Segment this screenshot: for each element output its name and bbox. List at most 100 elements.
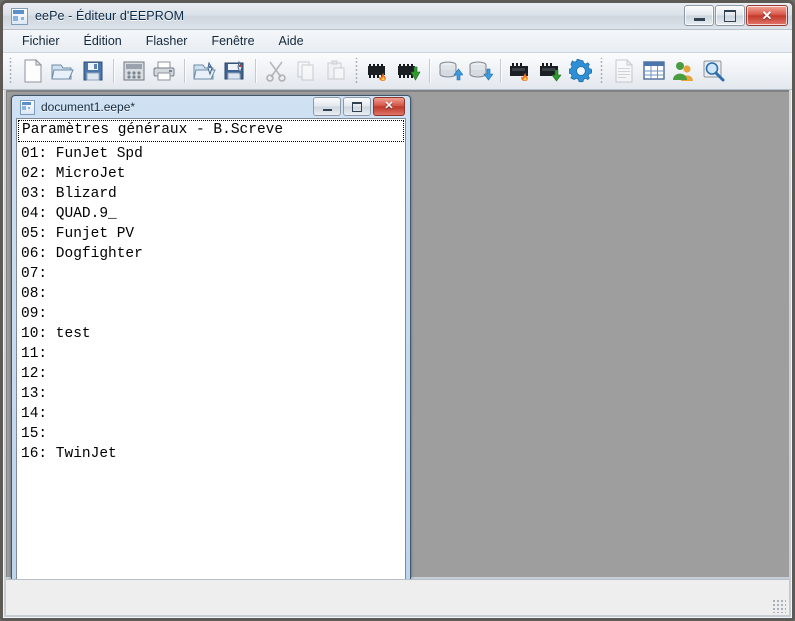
cut-button[interactable] [261, 56, 291, 86]
toolbar-separator [113, 59, 114, 83]
paste-button[interactable] [321, 56, 351, 86]
toolbar-gripper[interactable] [8, 58, 15, 84]
preferences-button[interactable] [566, 56, 596, 86]
search-button[interactable] [699, 56, 729, 86]
list-item[interactable]: 15: [21, 424, 405, 444]
close-icon: ✕ [384, 100, 394, 112]
contacts-users-icon [673, 62, 693, 81]
paste-clipboard-icon [327, 60, 345, 80]
mdi-maximize-button[interactable] [343, 97, 371, 116]
memory-download-button[interactable] [465, 56, 495, 86]
chip-burn-flame-icon [368, 64, 386, 81]
mdi-title: document1.eepe* [41, 100, 136, 114]
list-item[interactable]: 05: Funjet PV [21, 224, 405, 244]
memory-download-icon [469, 61, 493, 81]
contacts-button[interactable] [669, 56, 699, 86]
mdi-client-area: document1.eepe* ✕ Paramètres généraux - … [6, 90, 789, 585]
toolbar-separator [500, 59, 501, 83]
minimize-button[interactable] [684, 5, 714, 26]
menu-flasher[interactable]: Flasher [135, 32, 199, 50]
flash-burn-flame-icon [510, 63, 528, 81]
save-button[interactable] [78, 56, 108, 86]
memory-upload-button[interactable] [435, 56, 465, 86]
preferences-gear-icon [569, 59, 593, 83]
close-button[interactable]: ✕ [746, 5, 788, 26]
maximize-icon [724, 9, 736, 22]
open-model-rocket-icon [193, 61, 216, 80]
search-magnifier-icon [703, 60, 725, 82]
list-item[interactable]: 11: [21, 344, 405, 364]
list-item[interactable]: 03: Blizard [21, 184, 405, 204]
list-header-row[interactable]: Paramètres généraux - B.Screve [18, 120, 404, 142]
print-button[interactable] [149, 56, 179, 86]
mdi-close-button[interactable]: ✕ [373, 97, 405, 116]
spreadsheet-grid-icon [643, 61, 665, 80]
document-icon [20, 99, 35, 115]
simulator-keypad-icon [123, 61, 145, 81]
menu-fenetre[interactable]: Fenêtre [200, 32, 265, 50]
open-folder-icon [51, 64, 74, 80]
toolbar-gripper[interactable] [354, 58, 361, 84]
write-eeprom-button[interactable] [364, 56, 394, 86]
resize-grip[interactable] [772, 599, 786, 613]
list-item[interactable]: 09: [21, 304, 405, 324]
save-model-button[interactable] [220, 56, 250, 86]
application-icon [11, 7, 28, 25]
flash-download-icon [540, 63, 562, 82]
mdi-titlebar[interactable]: document1.eepe* ✕ [16, 96, 406, 118]
save-model-rocket-icon [224, 60, 244, 80]
maximize-button[interactable] [715, 5, 745, 26]
minimize-icon [693, 17, 705, 21]
chip-read-arrow-icon [398, 64, 421, 81]
list-item[interactable]: 13: [21, 384, 405, 404]
new-document-button[interactable] [18, 56, 48, 86]
open-folder-button[interactable] [48, 56, 78, 86]
read-eeprom-button[interactable] [394, 56, 424, 86]
mdi-minimize-button[interactable] [313, 97, 341, 116]
print-icon [153, 61, 175, 81]
main-window: eePe - Éditeur d'EEPROM ✕ Fichier Éditio… [0, 0, 795, 621]
menu-edition[interactable]: Édition [73, 32, 133, 50]
model-list-panel: Paramètres généraux - B.Screve 01: FunJe… [16, 118, 406, 580]
menubar: Fichier Édition Flasher Fenêtre Aide [3, 30, 792, 53]
copy-button[interactable] [291, 56, 321, 86]
statusbar [6, 579, 789, 615]
cut-scissors-icon [266, 61, 286, 82]
menu-fichier[interactable]: Fichier [11, 32, 71, 50]
list-item[interactable]: 07: [21, 264, 405, 284]
toolbar-separator [255, 59, 256, 83]
copy-pages-icon [297, 61, 314, 81]
table-button[interactable] [639, 56, 669, 86]
list-item[interactable]: 01: FunJet Spd [21, 144, 405, 164]
notes-button[interactable] [609, 56, 639, 86]
list-item[interactable]: 06: Dogfighter [21, 244, 405, 264]
window-titlebar[interactable]: eePe - Éditeur d'EEPROM ✕ [3, 3, 792, 30]
memory-upload-icon [439, 61, 463, 81]
mdi-caption-buttons: ✕ [313, 97, 405, 116]
list-item[interactable]: 08: [21, 284, 405, 304]
toolbar [3, 53, 792, 90]
download-firmware-button[interactable] [536, 56, 566, 86]
minimize-icon [322, 108, 332, 111]
toolbar-gripper[interactable] [599, 58, 606, 84]
menu-aide[interactable]: Aide [268, 32, 315, 50]
list-item[interactable]: 04: QUAD.9_ [21, 204, 405, 224]
list-item[interactable]: 12: [21, 364, 405, 384]
text-document-icon [615, 59, 634, 83]
window-caption-buttons: ✕ [684, 5, 788, 26]
list-item[interactable]: 16: TwinJet [21, 444, 405, 464]
list-item[interactable]: 10: test [21, 324, 405, 344]
mdi-child-window: document1.eepe* ✕ Paramètres généraux - … [11, 95, 411, 585]
list-item[interactable]: 02: MicroJet [21, 164, 405, 184]
save-floppy-icon [83, 61, 103, 81]
toolbar-separator [429, 59, 430, 83]
new-document-icon [24, 59, 43, 83]
close-icon: ✕ [761, 8, 773, 23]
simulator-button[interactable] [119, 56, 149, 86]
open-model-button[interactable] [190, 56, 220, 86]
window-title: eePe - Éditeur d'EEPROM [35, 9, 185, 23]
model-list: 01: FunJet Spd 02: MicroJet 03: Blizard … [17, 142, 405, 464]
toolbar-separator [184, 59, 185, 83]
flash-firmware-button[interactable] [506, 56, 536, 86]
list-item[interactable]: 14: [21, 404, 405, 424]
